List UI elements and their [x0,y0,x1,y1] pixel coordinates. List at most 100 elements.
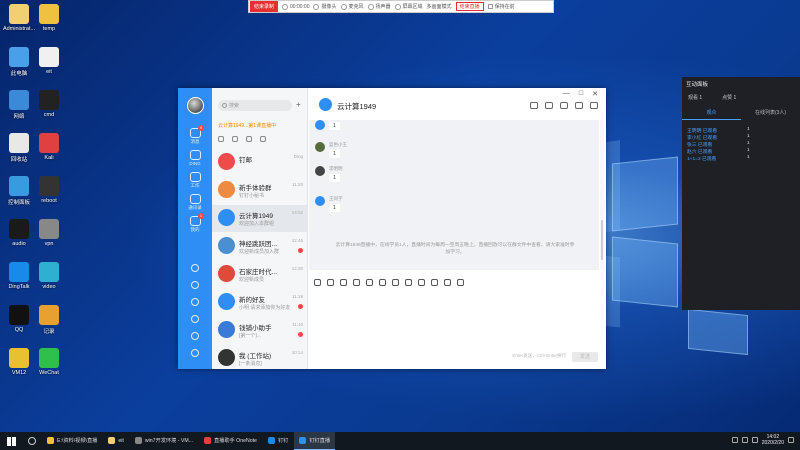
clock[interactable]: 14:02 2020/2/20 [762,434,784,446]
sender-avatar[interactable] [315,120,325,130]
desktop-icon[interactable]: 控制面板 [2,176,36,206]
desktop-icon[interactable]: QQ [2,305,36,333]
desktop-icon[interactable]: Kali [32,133,66,161]
live-notice[interactable]: 云计算1949...第1课直播中 [218,122,306,129]
search-input[interactable]: 搜索 [218,100,292,111]
calendar-icon[interactable] [405,278,412,286]
send-button[interactable]: 发送 [572,352,598,362]
share-icon[interactable] [178,298,212,306]
nav-item[interactable]: 工作 [178,172,212,189]
more-icon[interactable] [590,102,598,109]
keep-on-top-checkbox[interactable]: 保持在前 [487,3,515,10]
desktop-icon[interactable]: vpn [32,219,66,247]
conversation-item[interactable]: 钱铺小助手 [第一个]... 11:10 [212,317,307,344]
image-icon[interactable] [379,278,386,286]
folder-icon[interactable] [560,102,568,109]
conversation-item[interactable]: 钉邮 Ding [212,149,307,176]
chat-tools [530,102,598,109]
taskbar-app[interactable]: eit [103,432,128,450]
tab-audience[interactable]: 观众 [682,109,741,120]
desktop-icon[interactable]: WeChat [32,348,66,376]
desktop-icon[interactable]: 记录 [32,305,66,335]
end-live-button[interactable]: 结束直播 [455,2,484,11]
file-icon[interactable] [392,278,399,286]
at-icon[interactable] [246,136,252,142]
ding-icon[interactable] [444,278,451,286]
taskbar-app[interactable]: E:\资料\视频\直播 [42,432,102,450]
volume-icon[interactable] [751,437,758,443]
group-avatar[interactable] [319,98,332,111]
desktop-icon[interactable]: 此电脑 [2,47,36,77]
nav-icon [191,349,199,357]
desktop-icon[interactable]: VM12 [2,348,36,376]
taskbar-app[interactable]: 直播助手 OneNote [199,432,262,450]
add-icon[interactable]: + [296,100,304,110]
scrollbar-thumb[interactable] [601,220,603,260]
sender-avatar[interactable] [315,142,325,152]
more-icon[interactable] [178,349,212,357]
message-input[interactable]: Enter发送，Ctrl+Enter换行 发送 [309,290,606,369]
desktop-icon[interactable]: eit [32,47,66,75]
scissors-icon[interactable] [353,278,360,286]
taskbar-app[interactable]: 钉钉 [263,432,293,450]
desktop-icon[interactable]: Administrat... [2,4,36,32]
stop-recording-button[interactable]: 结束录制 [250,1,279,12]
desktop-icon[interactable]: cmd [32,90,66,118]
timer-text: 00:00:00 [290,3,310,10]
nav-item[interactable]: 消息 9 [178,125,212,145]
network-icon[interactable] [741,437,748,443]
filter-icon[interactable] [218,136,224,142]
pin-icon[interactable] [178,264,212,272]
chevron-up-icon[interactable] [731,437,738,443]
live-icon[interactable] [530,102,538,109]
start-button[interactable] [0,432,22,450]
desktop-icon[interactable]: 回收站 [2,133,36,163]
desktop-icon[interactable]: video [32,262,66,290]
search-icon[interactable] [178,281,212,289]
card-icon[interactable] [431,278,438,286]
multi-view-mode-button[interactable]: 多画面模式 [427,3,452,10]
emoji-icon[interactable] [314,278,321,286]
file-icon[interactable] [260,136,266,142]
task-view-button[interactable] [22,432,42,450]
more-icon[interactable] [457,278,464,286]
mic-toggle[interactable]: 麦克风 [340,3,364,10]
conversation-item[interactable]: 石家庄时代... 欢迎新成员 12:30 [212,261,307,288]
desktop-icon-label: 网络 [13,114,25,120]
window-icon[interactable] [575,102,583,109]
avatar[interactable] [187,97,204,114]
scrollbar[interactable] [600,120,604,270]
desktop-icon[interactable]: audio [2,219,36,247]
speaker-toggle[interactable]: 扬声器 [367,3,391,10]
like-icon[interactable] [340,278,347,286]
taskbar-app[interactable]: 钉钉直播 [294,432,336,450]
nav-item[interactable]: 我的 1 [178,213,212,233]
avatar [218,349,235,366]
at-icon[interactable] [366,278,373,286]
taskbar-app[interactable]: win7开发环境 - VM... [130,432,198,450]
conversation-item[interactable]: 云计算1949 欢迎加入本群组 14:02 [212,205,307,232]
mail-icon[interactable] [178,332,212,340]
nav-item[interactable]: DING [178,150,212,166]
desktop-icon[interactable]: DingTalk [2,262,36,290]
sticker-icon[interactable] [327,278,334,286]
conversation-item[interactable]: 新的好友 小明 请求添加你为好友 11:19 [212,289,307,316]
nav-item[interactable]: 通讯录 [178,194,212,211]
screen-area-button[interactable]: 屏幕区域 [394,3,423,10]
desktop-icon-label: 控制面板 [7,200,30,206]
desktop-icon[interactable]: 网络 [2,90,36,120]
unread-icon[interactable] [232,136,238,142]
conversation-item[interactable]: 新手体验群 钉钉小秘书 11:20 [212,177,307,204]
desktop-icon[interactable]: reboot [32,176,66,204]
sender-avatar[interactable] [315,166,325,176]
camera-toggle[interactable]: 摄像头 [313,3,337,10]
tab-online-list[interactable]: 在线列表(3人) [741,109,800,120]
cloud-icon[interactable] [178,315,212,323]
notification-icon[interactable] [788,437,794,443]
clock-icon[interactable] [545,102,553,109]
sender-avatar[interactable] [315,196,325,206]
conversation-item[interactable]: 神经跳跃团... 欢迎新成员加入群 12:45 [212,233,307,260]
task-icon[interactable] [418,278,425,286]
conversation-item[interactable]: 我 (工作站) [一条消息] 10:14 [212,345,307,372]
desktop-icon[interactable]: temp [32,4,66,32]
